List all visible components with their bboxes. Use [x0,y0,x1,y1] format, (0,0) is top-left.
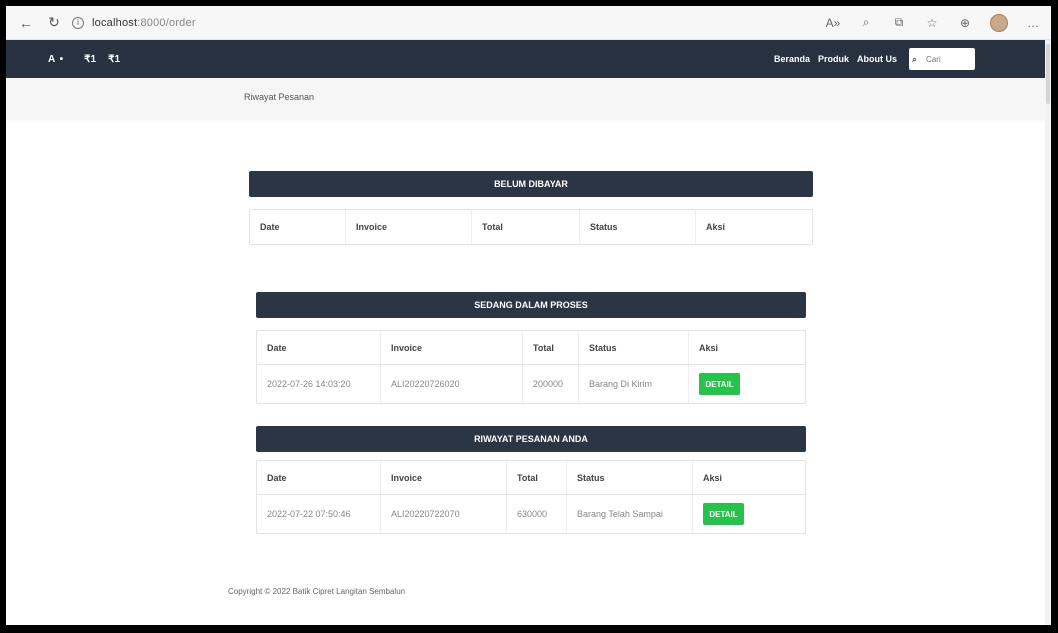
url-path: :8000/order [137,16,196,29]
order-invoice: ALI20220726020 [381,365,523,403]
scrollbar-thumb[interactable] [1046,44,1050,104]
extensions-icon[interactable]: ⧉ [891,15,907,30]
section-order-history: RIWAYAT PESANAN ANDA Date Invoice Total … [256,426,806,534]
column-header: Status [567,461,693,494]
page-scrollbar[interactable] [1045,40,1051,625]
nav-link-beranda[interactable]: Beranda [774,54,810,64]
nav-links: Beranda Produk About Us ⌕ [774,48,1051,70]
read-aloud-icon[interactable]: A» [825,16,841,30]
detail-button[interactable]: DETAIL [703,503,744,525]
url-host: localhost [92,16,138,29]
column-header: Total [472,210,580,244]
section-title: SEDANG DALAM PROSES [256,292,806,318]
order-total: 630000 [507,495,567,533]
orders-table: Date Invoice Total Status Aksi 2022-07-2… [256,330,806,404]
address-bar[interactable]: localhost:8000/order [92,17,196,29]
refresh-icon[interactable]: ↻ [44,14,64,31]
nav-icon-2[interactable]: ₹1 [108,54,120,65]
column-header: Status [580,210,696,244]
section-title: RIWAYAT PESANAN ANDA [256,426,806,452]
order-action-cell: DETAIL [689,365,805,403]
column-header: Aksi [706,222,726,232]
section-unpaid: BELUM DIBAYAR Date Invoice Total Status … [249,171,813,245]
orders-table: Date Invoice Total Status Aksi [249,209,813,245]
order-status: Barang Telah Sampai [567,495,693,533]
column-header: Date [257,461,381,494]
brand-logo[interactable]: A • [48,54,64,65]
column-header: Status [579,331,689,364]
nav-icon-1[interactable]: ₹1 [84,54,96,65]
breadcrumb: Riwayat Pesanan [244,92,315,102]
breadcrumb-bar: Riwayat Pesanan [6,78,1051,118]
table-header-row: Date Invoice Total Status Aksi [257,461,805,495]
browser-window: ← ↻ i localhost:8000/order A» ⌕ ⧉ ☆ ⊕ … … [6,6,1051,625]
zoom-icon[interactable]: ⌕ [858,15,874,30]
column-header: Date [250,210,346,244]
back-icon[interactable]: ← [16,15,36,31]
search-input[interactable] [922,54,972,64]
browser-toolbar: ← ↻ i localhost:8000/order A» ⌕ ⧉ ☆ ⊕ … [6,6,1051,40]
order-invoice: ALI20220722070 [381,495,507,533]
column-header: Total [507,461,567,494]
column-header: Total [523,331,579,364]
search-box[interactable]: ⌕ [909,48,975,70]
table-row: 2022-07-26 14:03:20 ALI20220726020 20000… [257,365,805,403]
search-icon: ⌕ [912,53,918,64]
table-header-row: Date Invoice Total Status Aksi [250,210,812,244]
column-header: Invoice [346,210,472,244]
order-date: 2022-07-22 07:50:46 [257,495,381,533]
order-status: Barang Di Kirim [579,365,689,403]
profile-icon[interactable] [990,13,1008,32]
app-navbar: A • ₹1 ₹1 Beranda Produk About Us ⌕ [6,40,1051,78]
orders-table: Date Invoice Total Status Aksi 2022-07-2… [256,460,806,534]
column-header: Aksi [699,342,719,353]
nav-link-about[interactable]: About Us [857,54,897,64]
column-header: Invoice [381,331,523,364]
detail-button[interactable]: DETAIL [699,373,740,395]
more-icon[interactable]: … [1025,16,1041,30]
order-date: 2022-07-26 14:03:20 [257,365,381,403]
column-header: Aksi [703,472,723,483]
section-title: BELUM DIBAYAR [249,171,813,197]
table-row: 2022-07-22 07:50:46 ALI20220722070 63000… [257,495,805,533]
order-total: 200000 [523,365,579,403]
column-header: Invoice [381,461,507,494]
section-in-process: SEDANG DALAM PROSES Date Invoice Total S… [256,292,806,404]
collections-icon[interactable]: ⊕ [957,16,973,30]
favorites-icon[interactable]: ☆ [924,16,940,30]
order-action-cell: DETAIL [693,495,805,533]
table-header-row: Date Invoice Total Status Aksi [257,331,805,365]
column-header: Date [257,331,381,364]
info-icon[interactable]: i [72,16,84,29]
nav-link-produk[interactable]: Produk [818,54,849,64]
footer-copyright: Copyright © 2022 Batik Cipret Langitan S… [228,587,406,596]
